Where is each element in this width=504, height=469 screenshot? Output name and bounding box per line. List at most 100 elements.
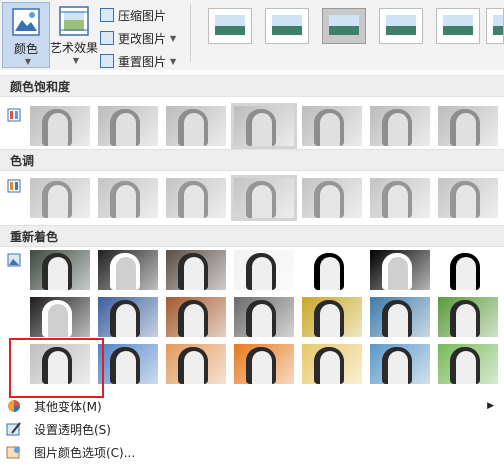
- artistic-effects-icon: [59, 6, 89, 36]
- more-variations-label: 其他变体(M): [34, 399, 102, 414]
- recolor-option-3[interactable]: [166, 250, 226, 290]
- portrait-face: [456, 113, 476, 146]
- picture-style-3[interactable]: [322, 8, 366, 44]
- portrait-face: [320, 257, 340, 290]
- artistic-effects-button[interactable]: 艺术效果 ▼: [50, 2, 98, 66]
- tone-option-2[interactable]: [98, 178, 158, 218]
- compress-icon: [100, 8, 114, 22]
- recolor-option-14[interactable]: [438, 297, 498, 337]
- color-label: 颜色: [13, 42, 38, 56]
- saturation-icon: [7, 108, 21, 122]
- saturation-option-1[interactable]: [30, 106, 90, 146]
- portrait-face: [252, 185, 272, 218]
- portrait-face: [388, 185, 408, 218]
- portrait-face: [184, 304, 204, 337]
- tone-option-3[interactable]: [166, 178, 226, 218]
- change-label: 更改图片: [118, 31, 167, 46]
- set-transparent-label: 设置透明色(S): [34, 422, 111, 437]
- section-header-saturation: 颜色饱和度: [0, 75, 504, 97]
- color-button[interactable]: 颜色 ▼: [2, 2, 50, 68]
- portrait-face: [456, 257, 476, 290]
- portrait-face: [388, 351, 408, 384]
- color-dropdown-panel: 颜色饱和度 色调 重新着色 其他变体(M) ▶ 设置透明色(S) 图片颜色选项(…: [0, 70, 504, 469]
- recolor-option-5[interactable]: [302, 250, 362, 290]
- change-picture-icon: [100, 31, 114, 45]
- tone-option-5[interactable]: [302, 178, 362, 218]
- recolor-option-1[interactable]: [30, 250, 90, 290]
- tone-option-7[interactable]: [438, 178, 498, 218]
- picture-style-2[interactable]: [265, 8, 309, 44]
- portrait-face: [116, 185, 136, 218]
- artistic-effects-label: 艺术效果: [50, 41, 99, 55]
- recolor-option-9[interactable]: [98, 297, 158, 337]
- recolor-option-21[interactable]: [438, 344, 498, 384]
- recolor-option-4[interactable]: [234, 250, 294, 290]
- recolor-option-6[interactable]: [370, 250, 430, 290]
- color-icon: [12, 8, 40, 36]
- portrait-face: [320, 351, 340, 384]
- portrait-face: [252, 351, 272, 384]
- compress-label: 压缩图片: [118, 8, 167, 23]
- chevron-down-icon: ▼: [170, 33, 177, 43]
- portrait-face: [456, 185, 476, 218]
- portrait-face: [116, 304, 136, 337]
- portrait-face: [116, 113, 136, 146]
- saturation-option-6[interactable]: [370, 106, 430, 146]
- recolor-option-7[interactable]: [438, 250, 498, 290]
- picture-color-options-item[interactable]: 图片颜色选项(C)...: [0, 441, 504, 463]
- saturation-option-2[interactable]: [98, 106, 158, 146]
- recolor-option-12[interactable]: [302, 297, 362, 337]
- portrait-face: [388, 113, 408, 146]
- saturation-option-5[interactable]: [302, 106, 362, 146]
- recolor-option-11[interactable]: [234, 297, 294, 337]
- saturation-option-7[interactable]: [438, 106, 498, 146]
- selection-highlight-box: [9, 338, 104, 398]
- tone-option-1[interactable]: [30, 178, 90, 218]
- recolor-option-18[interactable]: [234, 344, 294, 384]
- recolor-option-19[interactable]: [302, 344, 362, 384]
- recolor-option-2[interactable]: [98, 250, 158, 290]
- set-transparent-icon: [6, 422, 21, 436]
- recolor-option-10[interactable]: [166, 297, 226, 337]
- picture-format-ribbon: 颜色 ▼ 艺术效果 ▼ 压缩图片 更改图片 ▼ 重置图片 ▼: [0, 0, 504, 71]
- change-picture-button[interactable]: 更改图片 ▼: [100, 29, 176, 47]
- portrait-face: [320, 185, 340, 218]
- portrait-face: [252, 113, 272, 146]
- picture-style-1[interactable]: [208, 8, 252, 44]
- portrait-face: [184, 185, 204, 218]
- portrait-face: [252, 304, 272, 337]
- portrait-face: [456, 304, 476, 337]
- recolor-option-13[interactable]: [370, 297, 430, 337]
- recolor-option-16[interactable]: [98, 344, 158, 384]
- picture-style-6[interactable]: [486, 8, 504, 44]
- tone-option-4[interactable]: [231, 175, 297, 221]
- portrait-face: [320, 113, 340, 146]
- chevron-down-icon: ▼: [170, 56, 177, 66]
- picture-style-5[interactable]: [436, 8, 480, 44]
- saturation-option-3[interactable]: [166, 106, 226, 146]
- portrait-face: [456, 351, 476, 384]
- portrait-face: [184, 257, 204, 290]
- section-header-recolor: 重新着色: [0, 225, 504, 247]
- more-variations-item[interactable]: 其他变体(M) ▶: [0, 395, 504, 417]
- compress-pictures-button[interactable]: 压缩图片: [100, 6, 166, 24]
- reset-label: 重置图片: [118, 54, 167, 69]
- set-transparent-color-item[interactable]: 设置透明色(S): [0, 418, 504, 440]
- color-wheel-icon: [8, 400, 20, 412]
- portrait-face: [184, 351, 204, 384]
- recolor-option-20[interactable]: [370, 344, 430, 384]
- saturation-option-4[interactable]: [231, 103, 297, 149]
- tone-option-6[interactable]: [370, 178, 430, 218]
- portrait-face: [320, 304, 340, 337]
- picture-color-options-label: 图片颜色选项(C)...: [34, 445, 136, 460]
- portrait-face: [48, 185, 68, 218]
- chevron-right-icon: ▶: [487, 401, 494, 411]
- reset-picture-button[interactable]: 重置图片 ▼: [100, 52, 176, 70]
- chevron-down-icon: ▼: [72, 56, 80, 65]
- portrait-face: [48, 113, 68, 146]
- picture-style-4[interactable]: [379, 8, 423, 44]
- recolor-option-8[interactable]: [30, 297, 90, 337]
- reset-picture-icon: [100, 54, 114, 68]
- tone-icon: [7, 179, 21, 193]
- recolor-option-17[interactable]: [166, 344, 226, 384]
